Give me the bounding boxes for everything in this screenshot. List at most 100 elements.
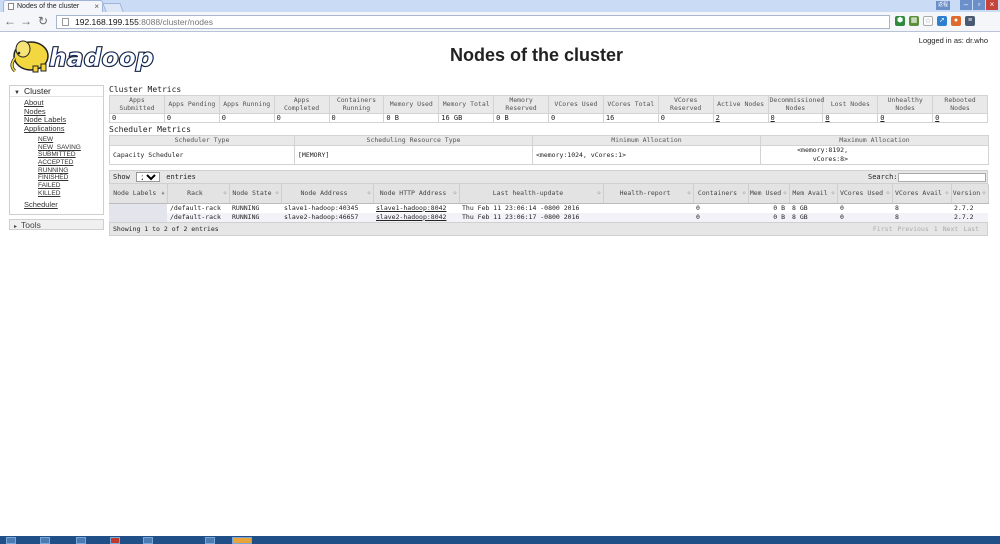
- column-header-label: Node State: [232, 189, 272, 198]
- pagination: First Previous 1 Next Last: [873, 223, 979, 235]
- taskbar-item[interactable]: [205, 537, 215, 544]
- column-header-mem-avail[interactable]: Mem Avail ◇: [789, 184, 838, 204]
- app-state-accepted[interactable]: ACCEPTED: [38, 159, 103, 167]
- forward-icon[interactable]: →: [19, 14, 33, 28]
- pager-first[interactable]: First: [873, 223, 893, 235]
- tab-title: Nodes of the cluster: [17, 3, 80, 10]
- tools-section-header[interactable]: ▸ Tools: [9, 219, 104, 231]
- menu-icon[interactable]: ≡: [965, 16, 975, 26]
- scheduler-value: <memory:1024, vCores:1>: [532, 145, 761, 165]
- taskbar-item[interactable]: [6, 537, 16, 544]
- column-header-containers[interactable]: Containers ◇: [693, 184, 749, 204]
- taskbar-item[interactable]: [110, 537, 120, 544]
- close-window-icon[interactable]: ×: [986, 0, 998, 10]
- metric-value: 0 B: [383, 113, 440, 123]
- sidebar-link-applications[interactable]: Applications: [24, 124, 103, 134]
- table-info: Showing 1 to 2 of 2 entries: [113, 224, 219, 233]
- back-icon[interactable]: ←: [3, 14, 17, 28]
- column-header-node-address[interactable]: Node Address ◇: [281, 184, 374, 204]
- cluster-metrics-value-row: 0 0 0 0 0 0 B 16 GB 0 B 0 16 0 2 0 0 0 0: [109, 113, 988, 123]
- metric-header: Apps Running: [218, 95, 275, 114]
- column-header-vcores-used[interactable]: VCores Used ◇: [837, 184, 893, 204]
- nodes-header-row: Node Labels ▲ Rack ◇ Node State ◇ Node Addr…: [109, 184, 989, 204]
- column-header-mem-used[interactable]: Mem Used ◇: [748, 184, 790, 204]
- pager-page-1[interactable]: 1: [934, 223, 938, 235]
- close-tab-icon[interactable]: ×: [94, 1, 99, 12]
- cell-containers: 0: [693, 203, 748, 213]
- cell-last-health-update: Thu Feb 11 23:06:17 -0800 2016: [459, 212, 603, 222]
- metric-value-link: 0: [932, 113, 988, 123]
- column-header-node-http-address[interactable]: Node HTTP Address ◇: [373, 184, 460, 204]
- cell-last-health-update: Thu Feb 11 23:06:14 -0800 2016: [459, 203, 603, 213]
- metric-value: 0: [273, 113, 330, 123]
- app-state-killed[interactable]: KILLED: [38, 190, 103, 198]
- scheduler-value: <memory:8192, vCores:8>: [760, 145, 989, 165]
- column-header-rack[interactable]: Rack ◇: [167, 184, 230, 204]
- app-state-new-saving[interactable]: NEW_SAVING: [38, 144, 103, 152]
- column-header-health-report[interactable]: Health-report ◇: [603, 184, 694, 204]
- triangle-down-icon: ▼: [14, 90, 20, 96]
- shield-extension-icon[interactable]: ⬢: [895, 16, 905, 26]
- cell-version: 2.7.2: [951, 212, 988, 222]
- metric-value: 0: [218, 113, 275, 123]
- cell-vcores-used: 0: [837, 212, 892, 222]
- grid-extension-icon[interactable]: ▦: [909, 16, 919, 26]
- decommissioned-nodes-link[interactable]: 0: [771, 114, 775, 122]
- scheduler-header: Minimum Allocation: [532, 135, 761, 146]
- window-label[interactable]: 返程: [936, 1, 950, 10]
- cell-vcores-avail: 8: [892, 212, 951, 222]
- search-input[interactable]: [898, 173, 986, 182]
- app-state-submitted[interactable]: SUBMITTED: [38, 151, 103, 159]
- node-http-link[interactable]: slave2-hadoop:8042: [376, 213, 446, 221]
- page-info-icon[interactable]: [62, 18, 69, 26]
- cell-rack: /default-rack: [167, 203, 229, 213]
- pager-previous[interactable]: Previous: [897, 223, 928, 235]
- page-size-select[interactable]: 20: [136, 172, 161, 182]
- browser-tab[interactable]: Nodes of the cluster ×: [3, 0, 103, 12]
- taskbar-item[interactable]: [143, 537, 153, 544]
- column-header-last-health-update[interactable]: Last health-update ◇: [459, 184, 604, 204]
- star-icon[interactable]: ☆: [923, 16, 933, 26]
- app-state-failed[interactable]: FAILED: [38, 182, 103, 190]
- column-header-vcores-avail[interactable]: VCores Avail ◇: [892, 184, 952, 204]
- scheduler-metrics-title: Scheduler Metrics: [109, 125, 191, 134]
- app-state-finished[interactable]: FINISHED: [38, 174, 103, 182]
- app-state-new[interactable]: NEW: [38, 136, 103, 144]
- arrow-extension-icon[interactable]: ➚: [937, 16, 947, 26]
- minimize-icon[interactable]: –: [960, 0, 972, 10]
- taskbar-item[interactable]: [76, 537, 86, 544]
- sort-icon: ◇: [597, 190, 601, 196]
- cluster-metrics-title: Cluster Metrics: [109, 85, 182, 94]
- cluster-section-header[interactable]: ▼ Cluster: [10, 86, 103, 97]
- column-header-version[interactable]: Version ◇: [951, 184, 989, 204]
- rebooted-nodes-link[interactable]: 0: [935, 114, 939, 122]
- cell-mem-avail: 8 GB: [789, 203, 837, 213]
- metric-header: Apps Pending: [163, 95, 220, 114]
- main-content: Cluster Metrics Apps Submitted Apps Pend…: [109, 85, 989, 236]
- pager-last[interactable]: Last: [963, 223, 979, 235]
- reload-icon[interactable]: ↻: [36, 14, 50, 28]
- sort-icon: ◇: [453, 190, 457, 196]
- app-state-running[interactable]: RUNNING: [38, 167, 103, 175]
- metric-value: 0 B: [493, 113, 549, 123]
- maximize-icon[interactable]: ▫: [973, 0, 985, 10]
- scheduler-header-row: Scheduler Type Scheduling Resource Type …: [109, 135, 989, 146]
- column-header-node-labels[interactable]: Node Labels ▲: [109, 184, 168, 204]
- active-nodes-link[interactable]: 2: [716, 114, 720, 122]
- pager-next[interactable]: Next: [943, 223, 959, 235]
- taskbar-item-active[interactable]: [232, 537, 252, 544]
- address-bar[interactable]: 192.168.199.155:8088/cluster/nodes: [56, 15, 890, 29]
- node-http-link[interactable]: slave1-hadoop:8042: [376, 204, 446, 212]
- sort-icon: ◇: [982, 190, 986, 196]
- new-tab-button[interactable]: [102, 3, 124, 12]
- column-header-label: Node HTTP Address: [379, 189, 447, 198]
- unhealthy-nodes-link[interactable]: 0: [880, 114, 884, 122]
- sidebar-link-scheduler[interactable]: Scheduler: [24, 201, 103, 210]
- table-row: /default-rack RUNNING slave2-hadoop:4665…: [109, 212, 988, 222]
- lost-nodes-link[interactable]: 0: [825, 114, 829, 122]
- column-header-node-state[interactable]: Node State ◇: [229, 184, 282, 204]
- orange-extension-icon[interactable]: ●: [951, 16, 961, 26]
- metric-value: 16: [602, 113, 659, 123]
- metric-value: 0: [657, 113, 714, 123]
- taskbar-item[interactable]: [40, 537, 50, 544]
